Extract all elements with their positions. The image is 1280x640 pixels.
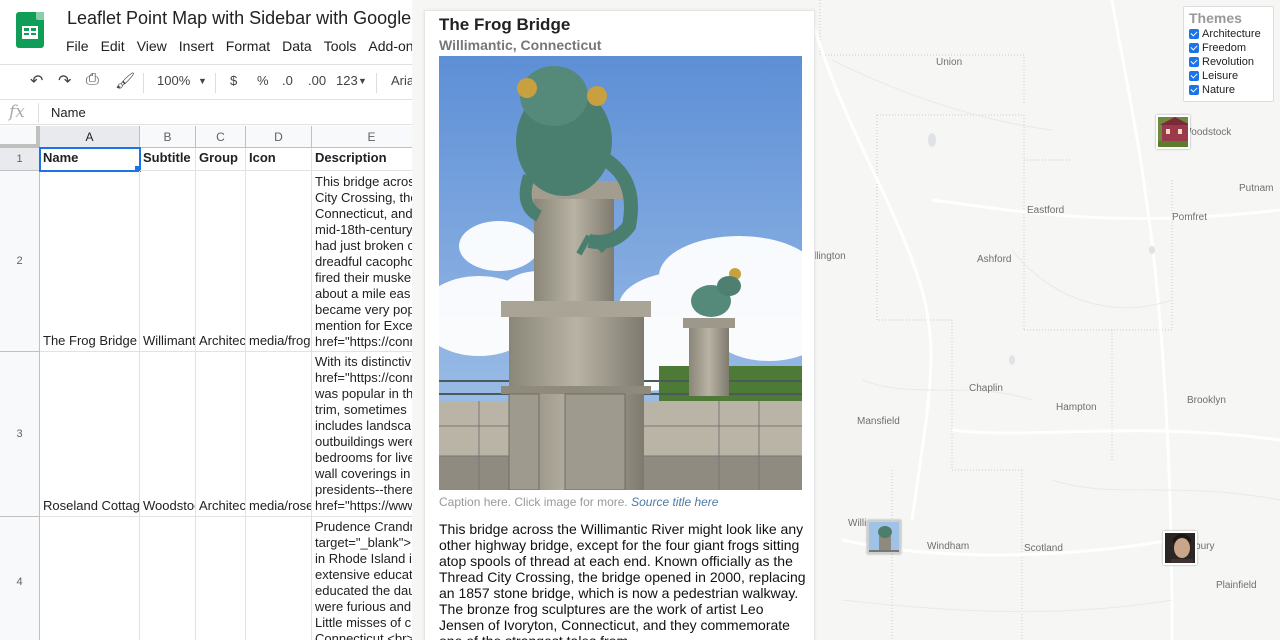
column-header-c[interactable]: C [196, 126, 246, 148]
column-header-b[interactable]: B [140, 126, 196, 148]
menu-bar: File Edit View Insert Format Data Tools … [66, 38, 433, 54]
panel-description: This bridge across the Willimantic River… [439, 521, 806, 640]
fx-icon: fx [9, 102, 25, 122]
themes-layer-control: Themes Architecture Freedom Revolution L… [1183, 6, 1274, 102]
cell-b4[interactable] [140, 517, 196, 640]
formula-input[interactable]: Name [51, 105, 86, 120]
zoom-dropdown-icon[interactable]: ▼ [198, 76, 207, 86]
town-scotland: Scotland [1024, 543, 1063, 554]
marker-frog-bridge[interactable] [867, 520, 901, 554]
town-windham: Windham [927, 541, 970, 552]
town-pomfret: Pomfret [1172, 212, 1208, 223]
cell-c2[interactable]: Architecture [196, 171, 246, 352]
town-putnam: Putnam [1239, 183, 1274, 194]
redo-icon[interactable]: ↷ [58, 71, 71, 91]
row-header-4[interactable]: 4 [0, 517, 40, 640]
column-header-d[interactable]: D [246, 126, 312, 148]
cell-c4[interactable] [196, 517, 246, 640]
percent-button[interactable]: % [257, 73, 269, 88]
menu-data[interactable]: Data [282, 38, 318, 54]
more-formats-button[interactable]: 123 [336, 73, 358, 88]
theme-freedom[interactable]: Freedom [1189, 41, 1268, 55]
cell-d1[interactable]: Icon [246, 148, 312, 171]
menu-edit[interactable]: Edit [101, 38, 131, 54]
cell-d2[interactable]: media/frog [246, 171, 312, 352]
row-header-1[interactable]: 1 [0, 148, 40, 171]
currency-button[interactable]: $ [230, 73, 237, 88]
row-header-3[interactable]: 3 [0, 352, 40, 517]
theme-architecture[interactable]: Architecture [1189, 27, 1268, 41]
menu-file[interactable]: File [66, 38, 95, 54]
menu-view[interactable]: View [137, 38, 173, 54]
theme-revolution[interactable]: Revolution [1189, 55, 1268, 69]
cell-d3[interactable]: media/rose [246, 352, 312, 517]
checkbox-checked-icon[interactable] [1189, 85, 1199, 95]
cell-b1[interactable]: Subtitle [140, 148, 196, 171]
cell-b2[interactable]: Willimantic, Connecticut [140, 171, 196, 352]
menu-tools[interactable]: Tools [324, 38, 363, 54]
checkbox-checked-icon[interactable] [1189, 43, 1199, 53]
cell-c1[interactable]: Group [196, 148, 246, 171]
source-link[interactable]: Source title here [631, 495, 718, 509]
frog-bridge-photo[interactable] [439, 56, 802, 490]
cell-a1[interactable]: Name [39, 147, 141, 172]
panel-subtitle: Willimantic, Connecticut [439, 37, 602, 53]
town-hampton: Hampton [1056, 402, 1097, 413]
theme-nature[interactable]: Nature [1189, 83, 1268, 97]
sheets-logo-icon[interactable] [16, 12, 44, 48]
menu-insert[interactable]: Insert [179, 38, 220, 54]
town-mansfield: Mansfield [857, 416, 900, 427]
town-chaplin: Chaplin [969, 383, 1003, 394]
select-all-corner[interactable] [0, 126, 40, 148]
menu-format[interactable]: Format [226, 38, 276, 54]
paint-format-icon[interactable]: 🖌 [115, 71, 135, 91]
photo-caption: Caption here. Click image for more. Sour… [439, 495, 719, 509]
town-brooklyn: Brooklyn [1187, 395, 1226, 406]
panel-title: The Frog Bridge [439, 15, 571, 34]
cell-c3[interactable]: Architecture [196, 352, 246, 517]
zoom-select[interactable]: 100% [157, 73, 190, 88]
cell-d4[interactable] [246, 517, 312, 640]
cell-a3[interactable]: Roseland Cottage [40, 352, 140, 517]
themes-title: Themes [1189, 10, 1242, 26]
print-icon[interactable]: ⎙ [86, 71, 99, 89]
marker-roseland-cottage[interactable] [1156, 115, 1190, 149]
cell-b3[interactable]: Woodstock [140, 352, 196, 517]
town-union: Union [936, 57, 963, 68]
town-willington: llington [814, 251, 846, 262]
checkbox-checked-icon[interactable] [1189, 29, 1199, 39]
row-header-2[interactable]: 2 [0, 171, 40, 352]
town-ashford: Ashford [977, 254, 1012, 265]
increase-decimal-button[interactable]: .00 [308, 73, 326, 88]
sidebar-panel: The Frog Bridge Willimantic, Connecticut [424, 10, 815, 640]
town-eastford: Eastford [1027, 205, 1065, 216]
checkbox-checked-icon[interactable] [1189, 57, 1199, 67]
checkbox-checked-icon[interactable] [1189, 71, 1199, 81]
town-willimantic: Willi [848, 518, 867, 529]
cell-a2[interactable]: The Frog Bridge [40, 171, 140, 352]
formats-dropdown-icon[interactable]: ▼ [358, 76, 367, 86]
undo-icon[interactable]: ↶ [30, 71, 43, 91]
marker-prudence-crandall[interactable] [1163, 531, 1197, 565]
theme-leisure[interactable]: Leisure [1189, 69, 1268, 83]
cell-a4[interactable] [40, 517, 140, 640]
column-header-a[interactable]: A [40, 126, 140, 148]
town-plainfield: Plainfield [1216, 580, 1257, 591]
decrease-decimal-button[interactable]: .0 [282, 73, 293, 88]
